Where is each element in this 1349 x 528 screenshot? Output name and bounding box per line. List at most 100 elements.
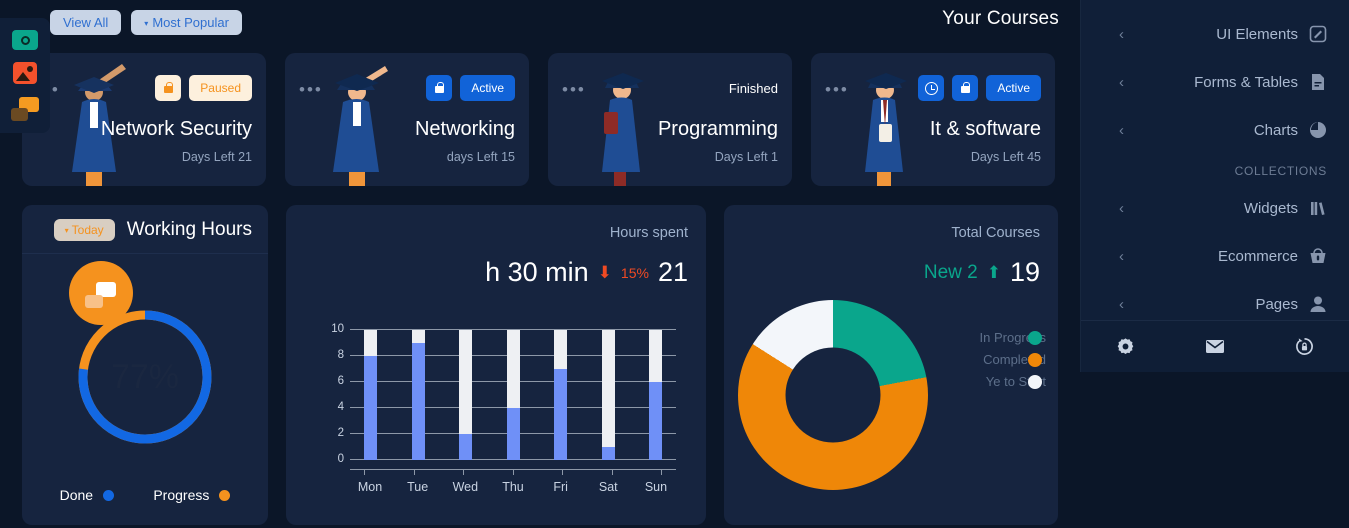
working-hours-donut: 77%	[75, 307, 215, 447]
chevron-down-icon: ▾	[64, 226, 69, 236]
chevron-left-icon: ‹	[1119, 73, 1124, 91]
sidebar-item-label: Forms & Tables	[1194, 73, 1298, 91]
image-icon[interactable]	[13, 62, 37, 85]
card-badges: Active	[918, 75, 1041, 101]
bar-column	[364, 330, 377, 460]
pencil-square-icon	[1308, 25, 1327, 44]
legend-item: In Progress	[980, 330, 1046, 345]
most-popular-dropdown[interactable]: ▾ Most Popular	[131, 10, 242, 35]
course-card[interactable]: ••• Finished Programming Days Left 1	[548, 53, 792, 186]
bar-column	[649, 330, 662, 460]
course-days-left: Days Left 21	[181, 150, 252, 164]
status-badge[interactable]: Paused	[189, 75, 252, 101]
chat-bubble-button[interactable]	[69, 261, 133, 325]
x-tick-label: Mon	[357, 480, 383, 494]
widgets-row: ▾Today Working Hours 77% Done Progress	[22, 205, 1058, 525]
legend-label: Progress	[153, 487, 210, 503]
arrow-up-icon: ⬆	[986, 262, 1001, 282]
course-card[interactable]: ••• Active It & software Days Left 45	[811, 53, 1055, 186]
lock-icon[interactable]	[952, 75, 979, 101]
x-tick	[364, 469, 365, 475]
gear-icon[interactable]	[1116, 337, 1135, 356]
legend-dot-done	[103, 489, 115, 501]
legend-label: Done	[59, 487, 94, 503]
bar-fill	[364, 356, 377, 460]
clock-icon[interactable]	[918, 75, 945, 101]
sidebar-item-label: Charts	[1253, 121, 1298, 139]
total-courses-title: Total Courses	[951, 225, 1040, 241]
course-card[interactable]: ••• Active Networking days Left 15	[285, 53, 529, 186]
course-name: Network Security	[100, 118, 252, 140]
card-badges: Active	[426, 75, 515, 101]
x-tick	[661, 469, 662, 475]
x-tick-label: Sun	[644, 480, 668, 494]
x-axis-labels: Mon Tue Wed Thu Fri Sat Sun	[350, 480, 676, 494]
chat-icon[interactable]	[11, 96, 39, 121]
view-all-button[interactable]: View All	[50, 10, 122, 35]
y-tick-label: 0	[337, 453, 344, 465]
hours-spent-title: Hours spent	[609, 225, 688, 241]
card-menu-icon[interactable]: •••	[825, 81, 849, 98]
legend-dot-yet-to-start	[1028, 374, 1042, 389]
today-range-dropdown[interactable]: ▾ Today	[53, 219, 115, 241]
total-courses-legend: In Progress Completed Ye to Start	[980, 330, 1046, 389]
card-menu-icon[interactable]: •••	[562, 81, 586, 98]
course-name: Networking	[414, 118, 515, 140]
chevron-left-icon: ‹	[1119, 199, 1124, 217]
document-icon	[1308, 73, 1327, 92]
hours-spent-delta: 15%	[620, 264, 649, 281]
bar-fill	[601, 447, 615, 460]
chevron-left-icon: ‹	[1119, 295, 1124, 313]
status-badge[interactable]: Active	[986, 75, 1041, 101]
hours-spent-value: h 30 min	[485, 257, 589, 287]
course-name: It & software	[929, 118, 1041, 140]
lock-refresh-icon[interactable]	[1295, 337, 1314, 356]
sidebar-item-ecommerce[interactable]: ‹ Ecommerce	[1081, 232, 1349, 280]
courses-toolbar: View All ▾ Most Popular	[50, 10, 242, 35]
legend-dot-progress	[219, 489, 231, 501]
sidebar-item-ui-elements[interactable]: ‹ UI Elements	[1081, 10, 1349, 58]
legend-item: Completed	[983, 352, 1046, 367]
bar-column	[411, 330, 425, 460]
bar-fill	[506, 408, 520, 460]
hours-spent-count: 21	[657, 257, 688, 287]
course-card[interactable]: ••• Paused Network Security Days Left 21	[22, 53, 266, 186]
lock-icon[interactable]	[155, 75, 182, 101]
card-badges: Finished	[729, 75, 778, 101]
graduate-illustration	[333, 66, 388, 186]
sidebar-item-charts[interactable]: ‹ Charts	[1081, 106, 1349, 154]
course-days-left: Days Left 45	[970, 150, 1041, 164]
page-title: Your Courses	[942, 8, 1059, 29]
legend-item: Done	[59, 487, 115, 503]
x-tick	[413, 469, 415, 475]
basket-icon	[1308, 247, 1327, 266]
pie-chart-icon	[1308, 121, 1327, 140]
lock-icon[interactable]	[426, 75, 453, 101]
legend-item: Ye to Start	[986, 374, 1046, 389]
today-label: Today	[71, 223, 104, 237]
graduate-illustration	[865, 73, 907, 186]
x-tick-label: Wed	[452, 480, 479, 494]
legend-item: Progress	[153, 487, 231, 503]
graduate-illustration	[602, 73, 644, 186]
x-tick	[611, 469, 613, 475]
course-days-left: days Left 15	[446, 150, 515, 164]
status-badge[interactable]: Active	[460, 75, 515, 101]
x-tick-label: Thu	[502, 480, 524, 494]
x-tick	[562, 469, 563, 475]
status-badge[interactable]: Finished	[729, 75, 778, 101]
sidebar-item-widgets[interactable]: ‹ Widgets	[1081, 184, 1349, 232]
chevron-left-icon: ‹	[1119, 121, 1124, 139]
card-menu-icon[interactable]: •••	[299, 81, 323, 98]
money-icon[interactable]	[12, 30, 38, 51]
x-tick-marks	[350, 469, 676, 475]
y-tick-label: 4	[337, 401, 344, 413]
mail-icon[interactable]	[1205, 339, 1225, 354]
books-icon	[1308, 199, 1327, 218]
most-popular-label: Most Popular	[152, 15, 229, 30]
hours-spent-card: Hours spent h 30 min ⬇ 15% 21 10 8 6 4 2 0 Mo…	[286, 205, 706, 525]
bar-column	[601, 330, 615, 460]
sidebar-item-label: UI Elements	[1216, 25, 1298, 43]
sidebar-item-forms-tables[interactable]: ‹ Forms & Tables	[1081, 58, 1349, 106]
dashboard-root: View All ▾Most Popular Your Courses ••• …	[0, 0, 1349, 528]
